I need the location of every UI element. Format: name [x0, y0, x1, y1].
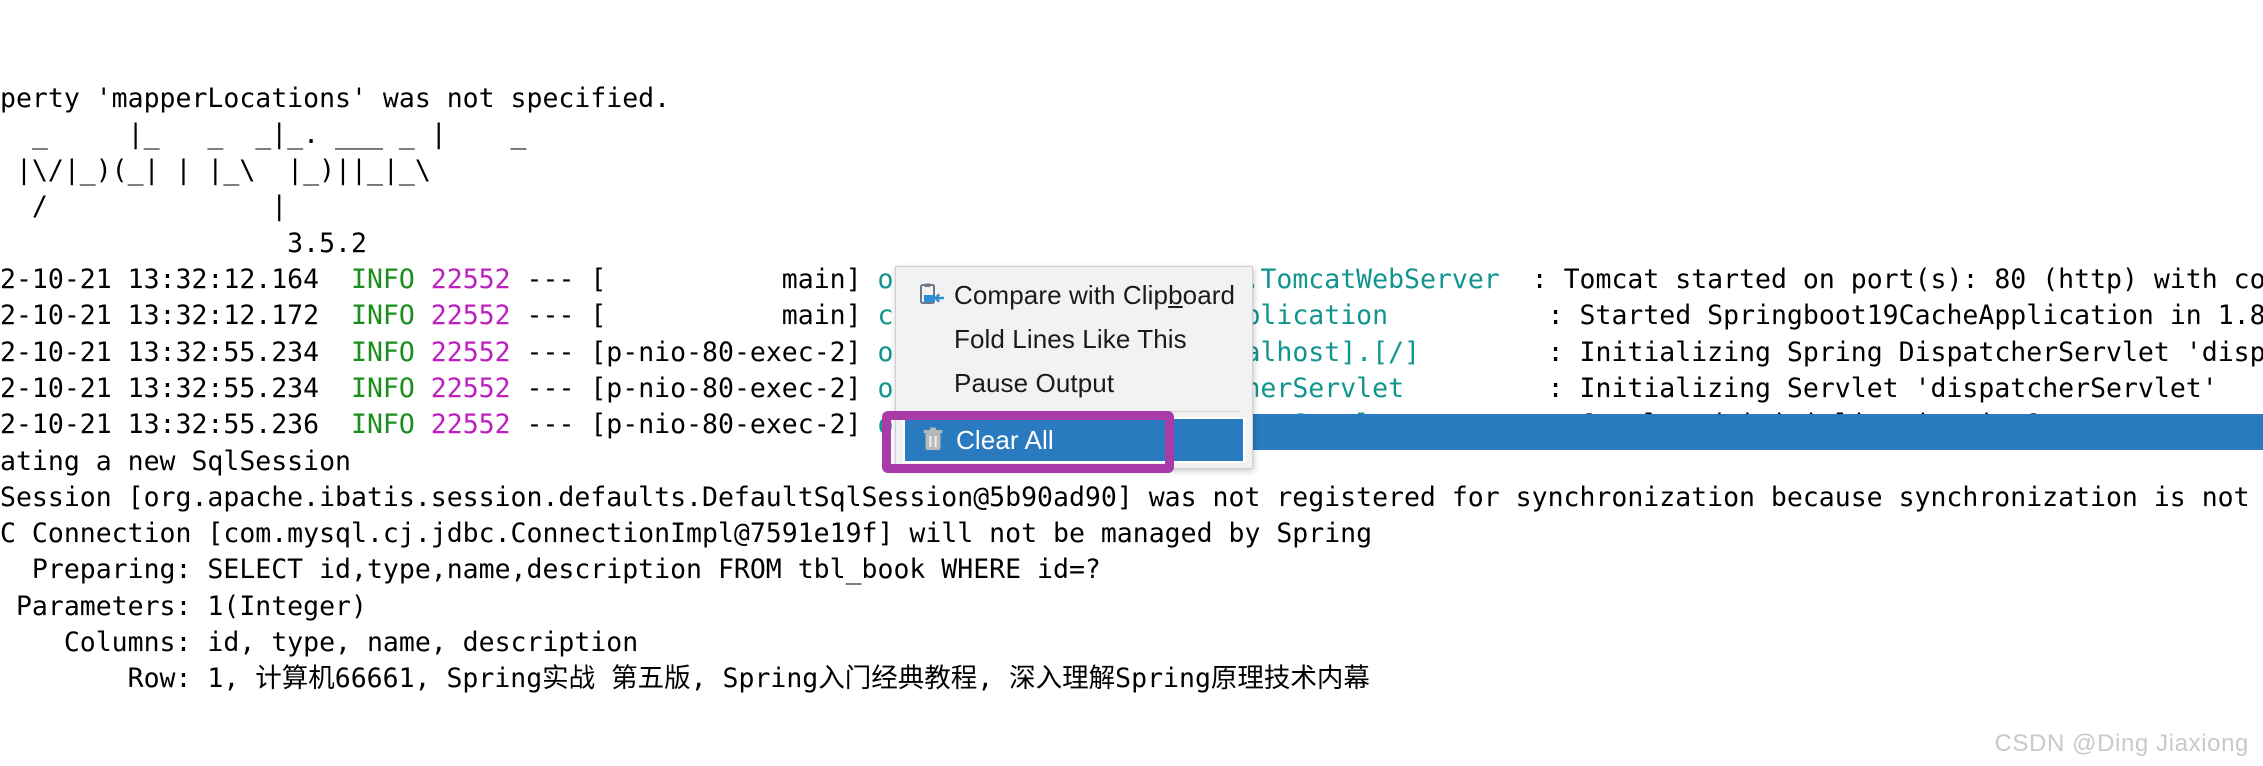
console-text-segment: ating a new SqlSession — [0, 445, 351, 477]
console-text-segment: INFO — [351, 409, 415, 441]
console-line-mapper-warning: perty 'mapperLocations' was not specifie… — [0, 81, 2263, 117]
console-text-segment — [415, 264, 431, 295]
console-text-segment: 3.5.2 — [0, 227, 367, 259]
console-text-segment: : Started Springboot19CacheApplication i… — [1388, 300, 2263, 332]
console-text-segment: Session [org.apache.ibatis.session.defau… — [0, 481, 2250, 513]
console-text-segment: 22552 — [430, 409, 511, 441]
console-text-segment: Parameters: 1(Integer) — [0, 590, 367, 622]
watermark: CSDN @Ding Jiaxiong — [1994, 730, 2249, 757]
console-text-segment: INFO — [351, 264, 415, 296]
console-text-segment: 2-10-21 13:32:55.234 — [0, 336, 351, 368]
console-text-segment: --- [p-nio-80-exec-2] — [510, 336, 878, 368]
console-line-banner-3: / | — [0, 189, 2263, 225]
menu-item-compare-with-clipboard[interactable]: Compare with Clipboard — [896, 273, 1252, 317]
menu-separator — [908, 411, 1240, 412]
console-text-segment — [415, 373, 431, 404]
console-line-banner-2: |\/|_)(_| | |_\ |_)||_|_\ — [0, 153, 2263, 189]
console-selected-row-band — [1173, 414, 2263, 450]
console-line-sql-6: Columns: id, type, name, description — [0, 625, 2263, 661]
console-text-segment: INFO — [351, 372, 415, 404]
console-text-segment: INFO — [351, 336, 415, 368]
console-text-segment: _ |_ _ _|_. ___ _ | _ — [0, 118, 527, 150]
menu-item-fold-lines-like-this[interactable]: Fold Lines Like This — [896, 317, 1252, 361]
console-text-segment: 2-10-21 13:32:55.236 — [0, 409, 351, 441]
console-line-sql-7: Row: 1, 计算机66661, Spring实战 第五版, Spring入门… — [0, 661, 2263, 697]
console-text-segment: C Connection [com.mysql.cj.jdbc.Connecti… — [0, 518, 1373, 550]
console-text-segment — [415, 409, 431, 440]
console-text-segment: : Initializing Spring DispatcherServlet … — [1419, 336, 2263, 368]
console-text-segment: : Initializing Servlet 'dispatcherServle… — [1404, 372, 2218, 404]
console-line-sql-3: C Connection [com.mysql.cj.jdbc.Connecti… — [0, 516, 2263, 552]
console-line-banner-1: _ |_ _ _|_. ___ _ | _ — [0, 117, 2263, 153]
console-context-menu[interactable]: Compare with Clipboard Fold Lines Like T… — [895, 266, 1253, 469]
console-line-sql-4: Preparing: SELECT id,type,name,descripti… — [0, 552, 2263, 588]
console-text-segment: --- [p-nio-80-exec-2] — [510, 372, 878, 404]
console-text-segment: 22552 — [430, 300, 511, 332]
menu-item-pause-output-label: Pause Output — [954, 367, 1115, 398]
console-text-segment: 22552 — [430, 372, 511, 404]
console-text-segment — [415, 300, 431, 331]
console-text-segment: 22552 — [430, 336, 511, 368]
menu-item-fold-lines-label: Fold Lines Like This — [954, 323, 1187, 354]
console-text-segment: Columns: id, type, name, description — [0, 627, 639, 659]
console-text-segment: --- [ main] — [510, 300, 878, 332]
console-text-segment: --- [p-nio-80-exec-2] — [510, 409, 878, 441]
console-text-segment: / | — [0, 191, 288, 223]
console-line-sql-5: Parameters: 1(Integer) — [0, 589, 2263, 625]
menu-item-clear-all-label: Clear All — [956, 424, 1054, 455]
console-text-segment: Row: 1, 计算机66661, Spring实战 第五版, Spring入门… — [0, 663, 1370, 695]
console-text-segment: --- [ main] — [510, 264, 878, 296]
menu-item-pause-output[interactable]: Pause Output — [896, 361, 1252, 405]
console-text-segment — [415, 337, 431, 368]
console-text-segment: Preparing: SELECT id,type,name,descripti… — [0, 554, 1101, 586]
console-line-sql-2: Session [org.apache.ibatis.session.defau… — [0, 480, 2263, 516]
console-text-segment: 2-10-21 13:32:12.172 — [0, 300, 351, 332]
console-text-segment: 2-10-21 13:32:55.234 — [0, 372, 351, 404]
trash-icon — [914, 427, 952, 453]
console-text-segment: : Tomcat started on port(s): 80 (http) w… — [1499, 264, 2263, 296]
console-line-banner-version: 3.5.2 — [0, 226, 2263, 262]
menu-item-compare-label: Compare with Clipboard — [954, 279, 1236, 310]
console-text-segment: perty 'mapperLocations' was not specifie… — [0, 82, 671, 114]
console-text-segment: |\/|_)(_| | |_\ |_)||_|_\ — [0, 155, 431, 187]
console-text-segment: 22552 — [430, 264, 511, 296]
compare-clipboard-icon — [912, 282, 950, 308]
console-text-segment: INFO — [351, 300, 415, 332]
menu-item-clear-all[interactable]: Clear All — [903, 417, 1245, 463]
console-text-segment: 2-10-21 13:32:12.164 — [0, 264, 351, 296]
